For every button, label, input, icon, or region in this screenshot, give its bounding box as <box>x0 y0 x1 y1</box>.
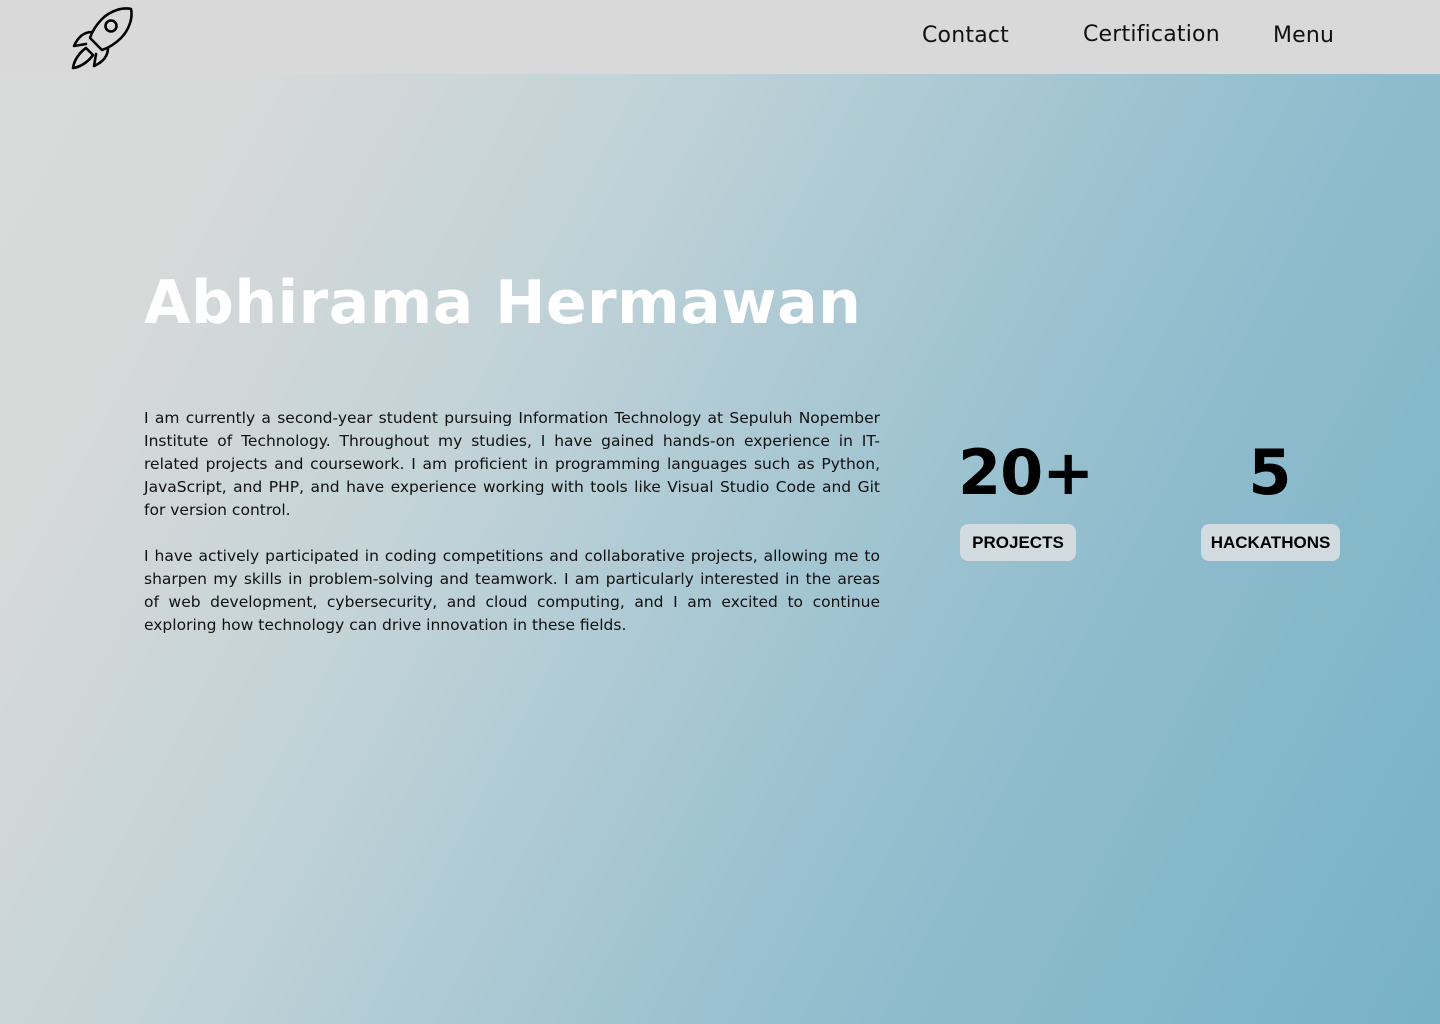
rocket-icon[interactable] <box>70 6 136 70</box>
hero-name-heading: Abhirama Hermawan <box>144 268 862 338</box>
hackathons-badge: HACKATHONS <box>1201 524 1340 561</box>
projects-badge: PROJECTS <box>960 524 1076 561</box>
page: Contact Certification Menu Abhirama Herm… <box>0 0 1440 1024</box>
hackathons-count: 5 <box>1248 436 1292 509</box>
about-paragraph: I am currently a second-year student pur… <box>144 409 880 519</box>
about-section: I am currently a second-year student pur… <box>144 407 880 660</box>
nav-link-contact[interactable]: Contact <box>922 23 1009 48</box>
nav-link-menu[interactable]: Menu <box>1273 23 1334 48</box>
about-paragraph: I have actively participated in coding c… <box>144 547 880 634</box>
nav-link-certification[interactable]: Certification <box>1083 22 1220 47</box>
projects-count: 20+ <box>958 436 1094 509</box>
navbar: Contact Certification Menu <box>0 0 1440 74</box>
